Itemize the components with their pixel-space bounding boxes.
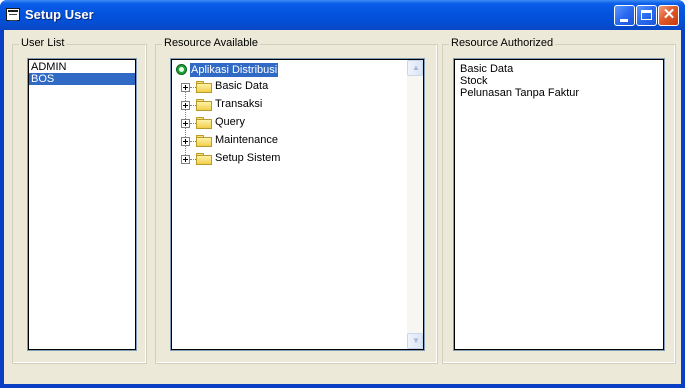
user-list-title: User List [19, 37, 67, 49]
tree-branch-line [190, 123, 196, 125]
expand-plus-icon[interactable] [181, 101, 190, 110]
folder-icon [196, 117, 212, 129]
tree-node-label: Setup Sistem [215, 152, 281, 164]
tree-root-label: Aplikasi Distribusi [190, 63, 279, 77]
tree-branch-line [190, 159, 196, 161]
folder-icon [196, 153, 212, 165]
resource-authorized-group: Resource Authorized Basic Data Stock Pel… [442, 37, 676, 364]
tree-root-node[interactable]: Aplikasi Distribusi [171, 60, 405, 78]
expand-plus-icon[interactable] [181, 83, 190, 92]
tree-node-query[interactable]: Query [171, 114, 405, 132]
maximize-icon [641, 10, 652, 20]
tree-node-label: Basic Data [215, 80, 269, 92]
arrow-down-icon: ▼ [412, 336, 420, 345]
tree-node-transaksi[interactable]: Transaksi [171, 96, 405, 114]
maximize-button[interactable] [636, 5, 657, 26]
resource-authorized-title: Resource Authorized [449, 37, 556, 49]
expand-plus-icon[interactable] [181, 119, 190, 128]
tree-branch-line [190, 141, 196, 143]
tree-node-maintenance[interactable]: Maintenance [171, 132, 405, 150]
scroll-up-button[interactable]: ▲ [407, 60, 423, 76]
minimize-icon [620, 19, 628, 22]
close-icon: ✕ [662, 6, 676, 23]
expand-plus-icon[interactable] [181, 155, 190, 164]
resource-tree[interactable]: Aplikasi Distribusi Basic Data Transaksi [170, 58, 425, 351]
title-bar[interactable]: Setup User ✕ [0, 0, 685, 30]
folder-icon [196, 135, 212, 147]
user-list-box[interactable]: ADMIN BOS [27, 58, 137, 351]
user-list-item-admin[interactable]: ADMIN [28, 61, 136, 73]
scroll-down-button[interactable]: ▼ [407, 333, 423, 349]
tree-vertical-scrollbar[interactable]: ▲ ▼ [407, 60, 423, 349]
authorized-item-stock[interactable]: Stock [454, 75, 664, 87]
user-list-item-bos[interactable]: BOS [28, 73, 136, 85]
authorized-item-basic-data[interactable]: Basic Data [454, 63, 664, 75]
tree-node-label: Transaksi [215, 98, 263, 110]
user-list-group: User List ADMIN BOS [12, 37, 147, 364]
dialog-client-area: User List ADMIN BOS Resource Available A… [4, 30, 681, 384]
tree-node-setup-sistem[interactable]: Setup Sistem [171, 150, 405, 168]
resource-available-group: Resource Available Aplikasi Distribusi B… [155, 37, 438, 364]
authorized-item-pelunasan[interactable]: Pelunasan Tanpa Faktur [454, 87, 664, 99]
minimize-button[interactable] [614, 5, 635, 26]
tree-node-basic-data[interactable]: Basic Data [171, 78, 405, 96]
window-title: Setup User [25, 7, 94, 22]
app-window-icon [6, 8, 20, 21]
tree-node-label: Query [215, 116, 245, 128]
setup-user-window: Setup User ✕ User List ADMIN BOS Resourc… [0, 0, 685, 388]
tree-branch-line [190, 105, 196, 107]
tree-branch-line [190, 87, 196, 89]
folder-icon [196, 81, 212, 93]
arrow-up-icon: ▲ [412, 63, 420, 72]
expand-plus-icon[interactable] [181, 137, 190, 146]
application-root-icon [176, 64, 187, 75]
tree-node-label: Maintenance [215, 134, 278, 146]
folder-icon [196, 99, 212, 111]
tree-connector-line [185, 83, 187, 155]
close-button[interactable]: ✕ [658, 5, 679, 26]
authorized-list-box[interactable]: Basic Data Stock Pelunasan Tanpa Faktur [453, 58, 665, 351]
resource-available-title: Resource Available [162, 37, 260, 49]
